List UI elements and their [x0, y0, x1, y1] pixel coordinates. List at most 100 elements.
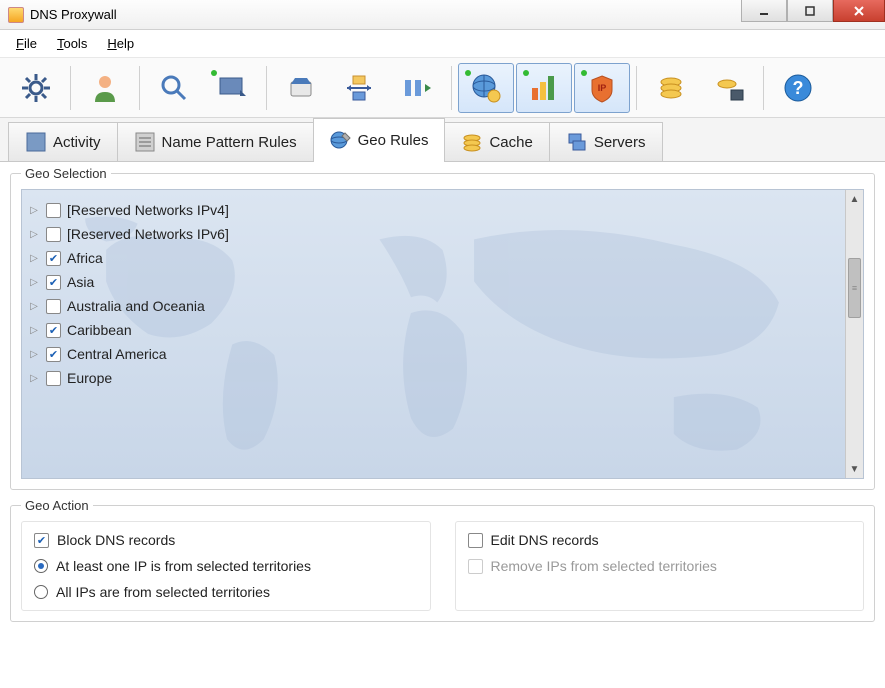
svg-text:?: ? [793, 78, 804, 98]
disk-icon [713, 72, 745, 104]
maximize-button[interactable] [787, 0, 833, 22]
geo-item[interactable]: ▷ ✔ Africa [26, 246, 859, 270]
radio-all-ips[interactable]: All IPs are from selected territories [34, 584, 418, 600]
menu-file[interactable]: File [8, 33, 45, 54]
geo-item-label: Asia [67, 274, 94, 290]
tool-user[interactable] [77, 63, 133, 113]
status-dot-icon [211, 70, 217, 76]
geo-action-legend: Geo Action [21, 498, 93, 513]
toolbar: IP ? [0, 58, 885, 118]
toolbar-separator [266, 66, 267, 110]
checkbox-icon[interactable]: ✔ [46, 251, 61, 266]
scroll-down-button[interactable]: ▼ [846, 460, 863, 478]
tab-cache[interactable]: Cache [444, 122, 549, 161]
tab-label: Name Pattern Rules [162, 134, 297, 151]
minimize-button[interactable] [741, 0, 787, 22]
close-button[interactable] [833, 0, 885, 22]
edit-dns-checkbox[interactable]: Edit DNS records [468, 532, 852, 548]
scroll-thumb[interactable] [848, 258, 861, 318]
geo-item-label: [Reserved Networks IPv6] [67, 226, 229, 242]
tab-label: Cache [489, 134, 532, 151]
geo-action-left: ✔ Block DNS records At least one IP is f… [21, 521, 431, 611]
tab-servers[interactable]: Servers [549, 122, 663, 161]
checkbox-icon[interactable] [46, 203, 61, 218]
tab-geo-rules[interactable]: Geo Rules [313, 118, 446, 161]
scroll-track[interactable] [846, 208, 863, 460]
geo-selection-fieldset: Geo Selection ▷[Reserved Networks IPv4]▷… [10, 166, 875, 490]
tool-ports[interactable] [389, 63, 445, 113]
menu-tools[interactable]: Tools [49, 33, 95, 54]
expand-icon[interactable]: ▷ [28, 300, 40, 312]
maximize-icon [805, 6, 815, 16]
geo-item[interactable]: ▷ ✔ Caribbean [26, 318, 859, 342]
geo-item[interactable]: ▷Australia and Oceania [26, 294, 859, 318]
toolbar-separator [70, 66, 71, 110]
tool-disk-coins[interactable] [701, 63, 757, 113]
tab-name-pattern[interactable]: Name Pattern Rules [117, 122, 314, 161]
geo-item[interactable]: ▷Europe [26, 366, 859, 390]
tool-coins[interactable] [643, 63, 699, 113]
tool-globe-coins[interactable] [458, 63, 514, 113]
expand-icon[interactable]: ▷ [28, 324, 40, 336]
checkbox-icon[interactable]: ✔ [46, 347, 61, 362]
expand-icon[interactable]: ▷ [28, 228, 40, 240]
chart-icon [528, 72, 560, 104]
geo-item-label: Africa [67, 250, 103, 266]
remove-ips-checkbox: Remove IPs from selected territories [468, 558, 852, 574]
tool-ip-shield[interactable]: IP [574, 63, 630, 113]
checkbox-icon[interactable]: ✔ [46, 275, 61, 290]
edit-dns-label: Edit DNS records [491, 532, 599, 548]
toolbar-separator [139, 66, 140, 110]
expand-icon[interactable]: ▷ [28, 204, 40, 216]
block-dns-label: Block DNS records [57, 532, 175, 548]
checkbox-icon: ✔ [34, 533, 49, 548]
geo-item-label: [Reserved Networks IPv4] [67, 202, 229, 218]
tool-network[interactable] [331, 63, 387, 113]
vertical-scrollbar[interactable]: ▲ ▼ [845, 190, 863, 478]
geo-action-columns: ✔ Block DNS records At least one IP is f… [21, 521, 864, 611]
radio-icon [34, 585, 48, 599]
checkbox-icon[interactable] [46, 227, 61, 242]
radio-at-least-one[interactable]: At least one IP is from selected territo… [34, 558, 418, 574]
expand-icon[interactable]: ▷ [28, 348, 40, 360]
tool-eraser[interactable] [273, 63, 329, 113]
tool-settings[interactable] [8, 63, 64, 113]
geo-item[interactable]: ▷ ✔ Asia [26, 270, 859, 294]
checkbox-icon[interactable] [46, 371, 61, 386]
geo-selection-panel: ▷ [Reserved Networks IPv4] ▷ [Reserved Netw… [21, 189, 864, 479]
window-controls [741, 0, 885, 22]
tab-label: Geo Rules [358, 132, 429, 149]
eraser-icon [285, 72, 317, 104]
tool-search[interactable] [146, 63, 202, 113]
tool-chart-coins[interactable] [516, 63, 572, 113]
expand-icon[interactable]: ▷ [28, 372, 40, 384]
toolbar-separator [763, 66, 764, 110]
expand-icon[interactable]: ▷ [28, 276, 40, 288]
scroll-up-button[interactable]: ▲ [846, 190, 863, 208]
monitor-icon [216, 72, 248, 104]
expand-icon[interactable]: ▷ [28, 252, 40, 264]
toolbar-separator [636, 66, 637, 110]
globe-wrench-icon [330, 129, 352, 151]
geo-item-label: Caribbean [67, 322, 132, 338]
tool-help[interactable]: ? [770, 63, 826, 113]
geo-selection-legend: Geo Selection [21, 166, 111, 181]
geo-item[interactable]: ▷✔Central America [26, 342, 859, 366]
activity-icon [25, 131, 47, 153]
block-dns-checkbox[interactable]: ✔ Block DNS records [34, 532, 418, 548]
menu-help[interactable]: Help [99, 33, 142, 54]
gear-icon [20, 72, 52, 104]
ip-shield-icon: IP [586, 72, 618, 104]
help-icon: ? [782, 72, 814, 104]
tool-monitor[interactable] [204, 63, 260, 113]
geo-item[interactable]: ▷ [Reserved Networks IPv6] [26, 222, 859, 246]
geo-item[interactable]: ▷ [Reserved Networks IPv4] [26, 198, 859, 222]
radio-icon [34, 559, 48, 573]
pattern-icon [134, 131, 156, 153]
tabbar: Activity Name Pattern Rules Geo Rules Ca… [0, 118, 885, 162]
tab-activity[interactable]: Activity [8, 122, 118, 161]
checkbox-icon[interactable] [46, 299, 61, 314]
checkbox-icon[interactable]: ✔ [46, 323, 61, 338]
remove-ips-label: Remove IPs from selected territories [491, 558, 717, 574]
radio-label: All IPs are from selected territories [56, 584, 270, 600]
